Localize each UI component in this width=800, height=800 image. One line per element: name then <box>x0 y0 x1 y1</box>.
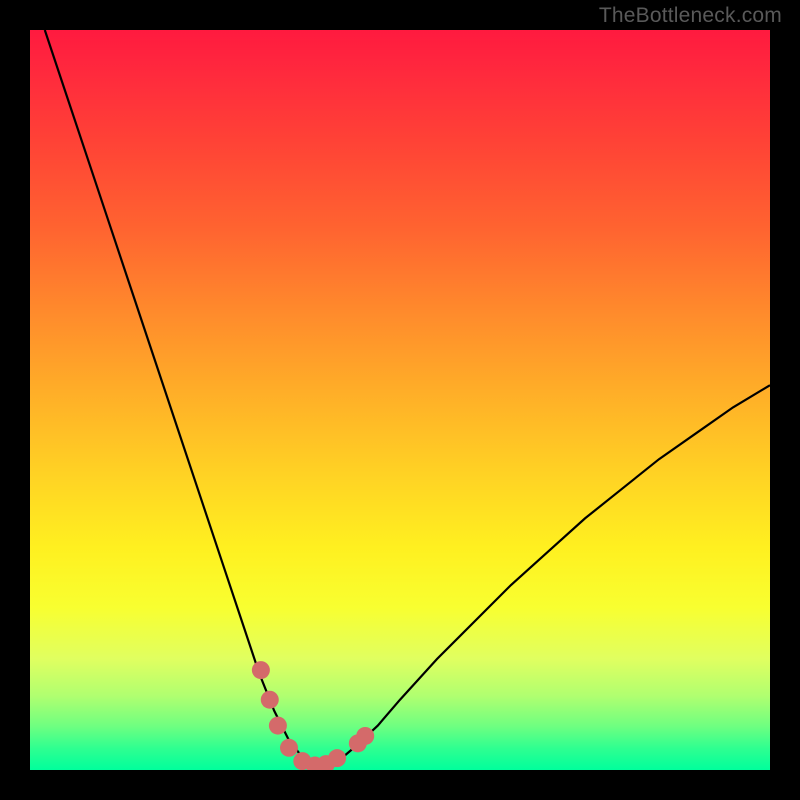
curve-marker <box>280 739 298 757</box>
watermark-text: TheBottleneck.com <box>599 4 782 28</box>
curve-marker <box>356 727 374 745</box>
curve-marker <box>328 749 346 767</box>
bottleneck-curve-line <box>45 30 770 766</box>
curve-marker <box>252 661 270 679</box>
bottleneck-curve-svg <box>30 30 770 770</box>
chart-gradient-background <box>30 30 770 770</box>
curve-marker-dots <box>252 661 374 770</box>
curve-marker <box>261 691 279 709</box>
curve-marker <box>269 717 287 735</box>
